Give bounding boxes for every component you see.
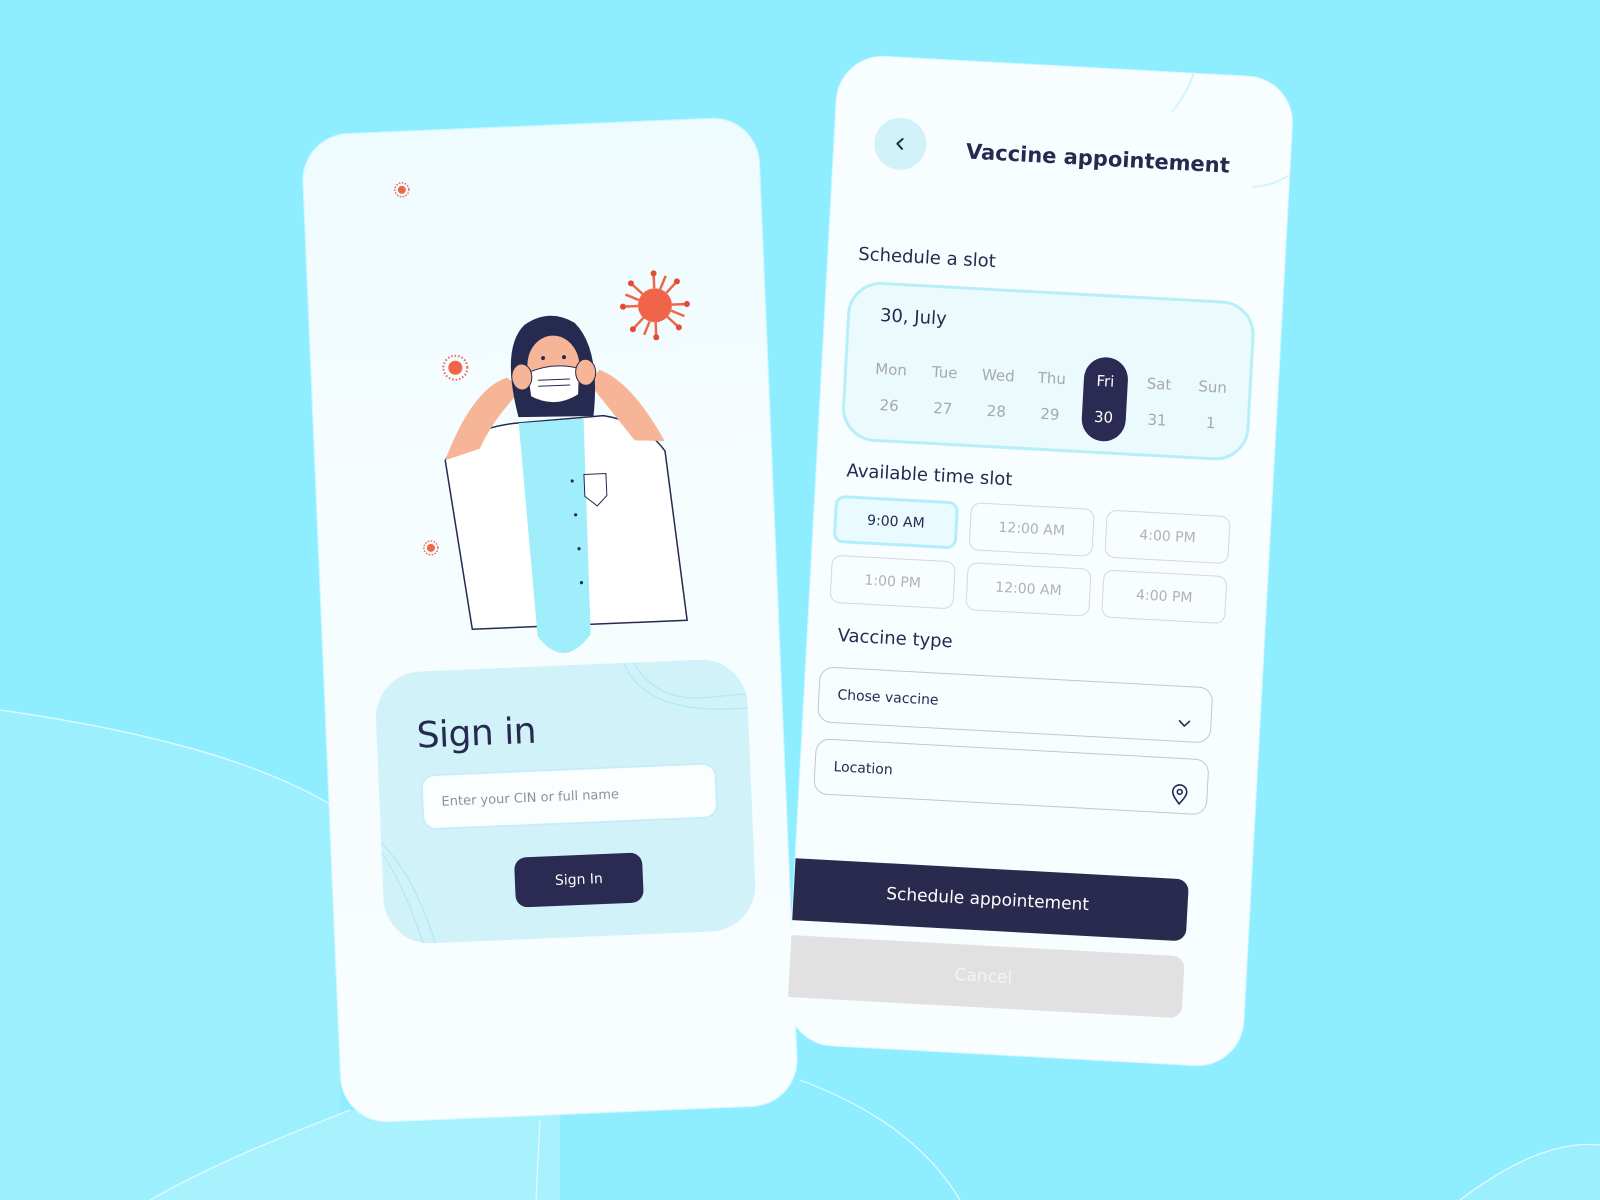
day-name: Sun (1197, 377, 1228, 397)
day-number: 31 (1147, 410, 1168, 430)
time-slots: 9:00 AM 12:00 AM 4:00 PM 1:00 PM 12:00 A… (829, 494, 1234, 625)
day-number: 29 (1039, 404, 1060, 424)
time-slot[interactable]: 12:00 AM (968, 502, 1095, 557)
vaccine-type-label: Vaccine type (837, 625, 954, 653)
appointment-screen: Vaccine appointement Schedule a slot 30,… (785, 54, 1295, 1068)
time-slot-label: Available time slot (846, 460, 1013, 491)
vaccine-select[interactable]: Chose vaccine (816, 666, 1214, 744)
day-name: Tue (931, 362, 958, 383)
day-number: 30 (1093, 407, 1114, 427)
time-slot[interactable]: 1:00 PM (829, 554, 956, 610)
day-name: Wed (981, 365, 1016, 386)
location-placeholder: Location (833, 759, 894, 779)
schedule-label: Schedule a slot (857, 243, 997, 273)
time-slot[interactable]: 4:00 PM (1104, 509, 1231, 565)
week-days: Mon 26 Tue 27 Wed 28 Thu 29 Fri 30 Sat 31 Sun 1 (866, 345, 1236, 449)
virus-icon-medium (442, 354, 469, 381)
bg-curve-mid-line (799, 1079, 961, 1200)
signin-screen: Sign in Sign In (301, 116, 799, 1124)
day-thu[interactable]: Thu 29 (1027, 353, 1075, 439)
day-mon[interactable]: Mon 26 (866, 345, 914, 431)
location-field[interactable]: Location (813, 738, 1210, 816)
virus-icon-small-bottom (423, 540, 439, 556)
day-wed[interactable]: Wed 28 (973, 350, 1021, 436)
day-number: 28 (986, 401, 1007, 421)
selected-date: 30, July (879, 305, 948, 330)
day-tue[interactable]: Tue 27 (919, 347, 967, 433)
signin-button[interactable]: Sign In (513, 852, 644, 908)
cancel-button[interactable]: Cancel (785, 934, 1185, 1019)
virus-icon-small-top (394, 182, 410, 198)
location-pin-icon (1171, 784, 1188, 806)
time-slot[interactable]: 4:00 PM (1101, 569, 1228, 625)
time-slot-selected[interactable]: 9:00 AM (832, 494, 960, 550)
date-picker: 30, July Mon 26 Tue 27 Wed 28 Thu 29 Fri 30 S… (840, 280, 1257, 463)
bg-curve-right (1460, 1144, 1600, 1200)
day-name: Fri (1096, 371, 1115, 391)
doctor-illustration (394, 182, 690, 653)
virus-icon-large (619, 270, 690, 341)
day-number: 27 (932, 399, 953, 419)
day-name: Mon (874, 359, 908, 380)
day-fri-selected[interactable]: Fri 30 (1080, 356, 1129, 443)
day-name: Sat (1146, 374, 1172, 394)
signin-panel: Sign in Sign In (374, 657, 758, 946)
chevron-down-icon (1178, 719, 1191, 727)
vaccine-select-placeholder: Chose vaccine (837, 687, 939, 709)
day-number: 1 (1205, 413, 1216, 433)
chevron-left-icon (896, 137, 904, 150)
day-name: Thu (1037, 368, 1067, 389)
signin-title: Sign in (415, 710, 537, 757)
time-slot[interactable]: 12:00 AM (965, 562, 1092, 617)
day-number: 26 (879, 396, 900, 416)
schedule-appointment-button[interactable]: Schedule appointement (786, 857, 1189, 942)
day-sun[interactable]: Sun 1 (1187, 362, 1235, 448)
doctor-figure (444, 315, 688, 653)
day-sat[interactable]: Sat 31 (1134, 359, 1182, 445)
